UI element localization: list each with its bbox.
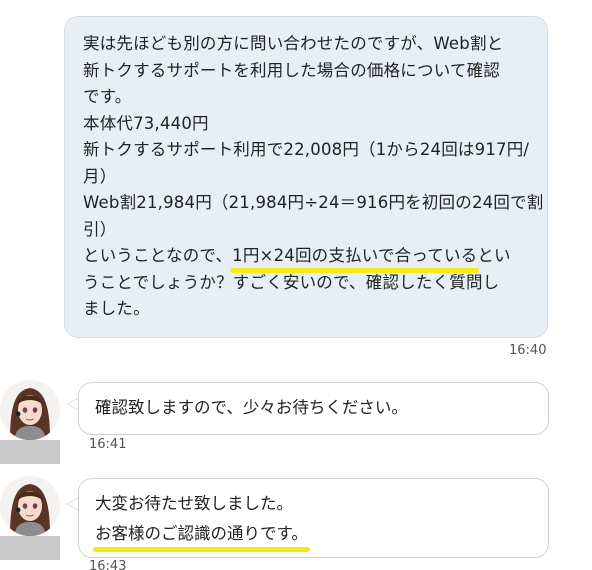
message-timestamp: 16:40 [509, 343, 547, 358]
message-text: ということなので、 [83, 246, 233, 265]
message-line: 引） [83, 219, 117, 239]
operator-avatar [0, 380, 60, 464]
message-timestamp: 16:41 [89, 437, 127, 452]
operator-message-bubble: 確認致しますので、少々お待ちください。 [78, 382, 549, 435]
message-text: とい [477, 246, 511, 265]
message-line: です。 [83, 87, 132, 106]
message-line: うことでしょうか？すごく安いので、確認したく質問し [83, 272, 500, 292]
user-message-bubble: 実は先ほども別の方に問い合わせたのですが、Web割と 新トクするサポートを利用し… [64, 16, 548, 338]
message-line: 本体代73,440円 [83, 113, 209, 133]
chat-window: 実は先ほども別の方に問い合わせたのですが、Web割と 新トクするサポートを利用し… [0, 0, 592, 570]
avatar-caption-block [0, 536, 60, 560]
operator-message-bubble: 大変お待たせ致しました。 お客様のご認識の通りです。 [78, 478, 549, 558]
highlight-marker: 1円×24回の支払いで合っている [230, 243, 480, 272]
message-line: 確認致しますので、少々お待ちください。 [95, 398, 408, 417]
message-line-highlighted: ということなので、1円×24回の支払いで合っているとい [83, 243, 529, 272]
operator-avatar-icon [0, 476, 60, 536]
message-timestamp: 16:43 [89, 559, 127, 570]
message-line: ました。 [83, 299, 150, 318]
message-line: 新トクするサポート利用で22,008円（1から24回は917円/ [83, 140, 530, 159]
message-line: 新トクするサポートを利用した場合の価格について確認 [83, 60, 501, 80]
message-line-highlighted: お客様のご認識の通りです。 [93, 519, 532, 552]
message-line: Web割21,984円（21,984円÷24＝916円を初回の24回で割 [83, 193, 544, 212]
operator-avatar-icon [0, 380, 60, 440]
operator-avatar [0, 476, 60, 560]
avatar-caption-block [0, 440, 60, 464]
message-line: 大変お待たせ致しました。 [95, 494, 293, 513]
message-line: 実は先ほども別の方に問い合わせたのですが、Web割と [83, 34, 504, 53]
highlight-marker: お客様のご認識の通りです。 [93, 519, 310, 552]
message-line: 月） [83, 166, 117, 186]
